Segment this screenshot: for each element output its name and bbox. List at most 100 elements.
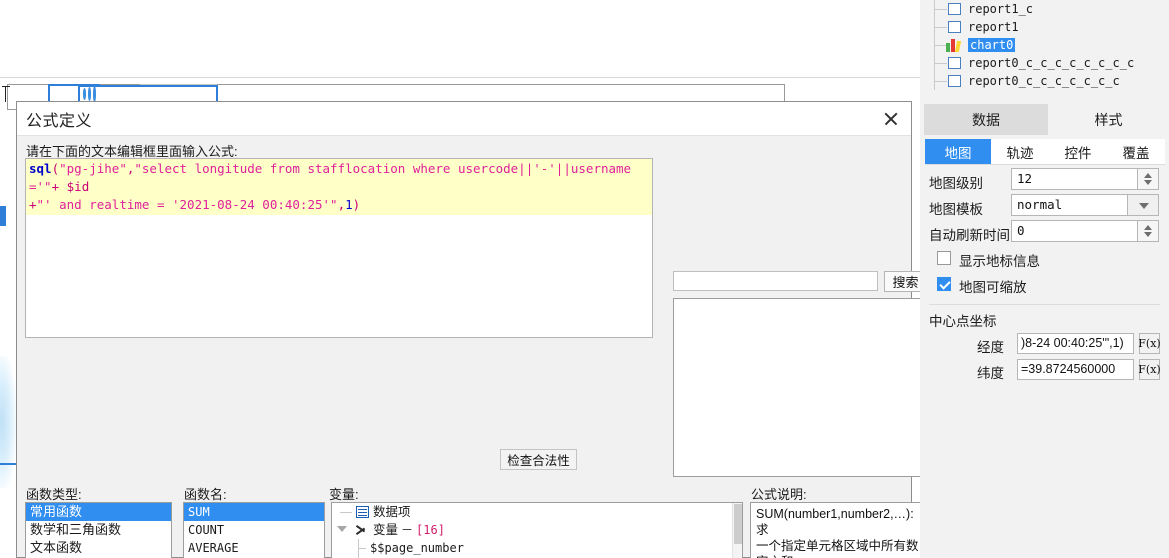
variable-tree-scrollbar[interactable] bbox=[732, 503, 742, 558]
screen-root: 公式定义 请在下面的文本编辑框里面输入公式: sql("pg-jihe","se… bbox=[0, 0, 1169, 558]
center-point-title: 中心点坐标 bbox=[929, 314, 997, 329]
description-line: 字之和。 bbox=[756, 554, 923, 558]
formula-editor[interactable]: sql("pg-jihe","select longitude from sta… bbox=[25, 158, 653, 338]
longitude-row: 经度 )8-24 00:40:25'",1) F(x) bbox=[920, 333, 1169, 357]
background-glow bbox=[0, 356, 16, 488]
function-name-label: 函数名: bbox=[184, 487, 227, 502]
function-name-list[interactable]: SUMCOUNTAVERAGECHARDATEMAXMINTIMERANGE bbox=[183, 502, 325, 558]
auto-refresh-label: 自动刷新时间 bbox=[929, 228, 1010, 243]
latitude-row: 纬度 =39.8724560000 F(x) bbox=[920, 359, 1169, 383]
description-line: 一个指定单元格区域中所有数 bbox=[756, 539, 919, 553]
function-type-item[interactable]: 数学和三角函数 bbox=[26, 521, 171, 539]
component-tree-item[interactable]: report0_c_c_c_c_c_c_c bbox=[920, 72, 1169, 90]
check-validity-button[interactable]: 检查合法性 bbox=[500, 449, 577, 470]
variable-icon bbox=[356, 524, 369, 536]
function-type-label: 函数类型: bbox=[26, 487, 82, 502]
checkbox-icon[interactable] bbox=[948, 57, 961, 69]
component-tree-item[interactable]: report0_c_c_c_c_c_c_c_c bbox=[920, 54, 1169, 72]
show-landmark-label: 显示地标信息 bbox=[959, 254, 1040, 269]
background-left-blue-line bbox=[0, 463, 16, 465]
formula-token-paren-close: ) bbox=[352, 197, 361, 212]
map-level-value: 12 bbox=[1017, 171, 1033, 186]
scrollbar-thumb[interactable] bbox=[734, 504, 742, 544]
formula-description-text: SUM(number1,number2,…):求一个指定单元格区域中所有数字之和… bbox=[751, 503, 927, 558]
search-results-panel[interactable] bbox=[673, 298, 927, 477]
component-tree-item-label: report0_c_c_c_c_c_c_c bbox=[968, 74, 1120, 88]
chart-icon bbox=[946, 38, 963, 52]
subtab-map[interactable]: 地图 bbox=[925, 139, 991, 164]
function-type-item[interactable]: 常用函数 bbox=[26, 503, 171, 521]
checkbox-icon[interactable] bbox=[948, 75, 961, 87]
checkbox-icon[interactable] bbox=[948, 21, 961, 33]
search-input[interactable] bbox=[673, 271, 878, 291]
map-template-label: 地图模板 bbox=[929, 202, 983, 217]
tab-style[interactable]: 样式 bbox=[1048, 104, 1169, 135]
dialog-title-bar: 公式定义 bbox=[17, 102, 911, 136]
formula-token-plus-1: + bbox=[51, 179, 60, 194]
component-tree-item-label: report1_c bbox=[968, 2, 1034, 16]
formula-token-number: 1 bbox=[345, 197, 353, 212]
background-left-accent-bar bbox=[0, 206, 6, 226]
component-tree-item[interactable]: report1 bbox=[920, 18, 1169, 36]
longitude-input[interactable]: )8-24 00:40:25'",1) bbox=[1017, 333, 1134, 354]
chevron-down-icon[interactable] bbox=[337, 526, 347, 532]
component-tree-item-label: chart0 bbox=[968, 38, 1016, 52]
tree-row-variable-root[interactable]: 变量－ [16] bbox=[332, 521, 742, 539]
formula-definition-dialog: 公式定义 请在下面的文本编辑框里面输入公式: sql("pg-jihe","se… bbox=[16, 101, 928, 558]
component-tree-item[interactable]: chart0 bbox=[920, 36, 1169, 54]
tree-row-data-item[interactable]: 数据项 bbox=[332, 503, 742, 521]
subtab-widget[interactable]: 控件 bbox=[1049, 139, 1107, 164]
formula-text[interactable]: sql("pg-jihe","select longitude from sta… bbox=[26, 159, 652, 215]
latitude-label: 纬度 bbox=[977, 366, 1004, 381]
map-zoomable-row[interactable]: 地图可缩放 bbox=[920, 274, 1169, 298]
longitude-formula-button[interactable]: F(x) bbox=[1138, 333, 1161, 354]
latitude-input[interactable]: =39.8724560000 bbox=[1017, 359, 1134, 380]
description-line: SUM(number1,number2,…):求 bbox=[756, 507, 914, 537]
map-level-stepper[interactable] bbox=[1137, 168, 1159, 190]
background-left-strip bbox=[0, 120, 16, 488]
map-level-input[interactable]: 12 bbox=[1011, 168, 1159, 190]
map-template-select[interactable]: normal bbox=[1011, 194, 1159, 216]
sidebar-sub-tabs: 地图 轨迹 控件 覆盖 bbox=[925, 139, 1165, 165]
auto-refresh-input[interactable]: 0 bbox=[1011, 220, 1159, 242]
tab-data[interactable]: 数据 bbox=[924, 104, 1048, 135]
component-tree-item-label: report1 bbox=[968, 20, 1019, 34]
formula-token-plus-2: + bbox=[29, 197, 37, 212]
formula-description-panel: SUM(number1,number2,…):求一个指定单元格区域中所有数字之和… bbox=[750, 502, 928, 558]
page-title: 公式定义 bbox=[26, 113, 93, 130]
background-ruler-tick bbox=[2, 86, 10, 102]
auto-refresh-stepper[interactable] bbox=[1137, 220, 1159, 242]
function-type-list[interactable]: 常用函数数学和三角函数文本函数日期和时间函数逻辑函数数组函数报表函数其它函数层次… bbox=[25, 502, 172, 558]
subtab-overlay[interactable]: 覆盖 bbox=[1107, 139, 1165, 164]
sidebar-main-tabs: 数据 样式 bbox=[920, 104, 1169, 135]
formula-token-paren-open: ( bbox=[51, 161, 60, 176]
map-zoomable-checkbox[interactable] bbox=[937, 277, 951, 291]
show-landmark-row[interactable]: 显示地标信息 bbox=[920, 248, 1169, 272]
map-zoomable-label: 地图可缩放 bbox=[959, 280, 1027, 295]
formula-token-string-3: "' and realtime = '2021-08-24 00:40:25'" bbox=[36, 197, 338, 212]
variable-tree[interactable]: 数据项变量－[16]$$page_number$$totalPage_numbe… bbox=[332, 503, 742, 558]
function-name-item[interactable]: COUNT bbox=[184, 521, 324, 539]
checkbox-icon[interactable] bbox=[948, 3, 961, 15]
dialog-body: 请在下面的文本编辑框里面输入公式: sql("pg-jihe","select … bbox=[17, 136, 928, 558]
description-label: 公式说明: bbox=[751, 487, 807, 502]
function-name-item[interactable]: AVERAGE bbox=[184, 539, 324, 557]
close-icon[interactable] bbox=[879, 107, 903, 131]
component-tree-item[interactable]: report1_c bbox=[920, 0, 1169, 18]
map-level-label: 地图级别 bbox=[929, 176, 983, 191]
map-template-row: 地图模板 normal bbox=[920, 194, 1169, 220]
latitude-formula-button[interactable]: F(x) bbox=[1138, 359, 1161, 380]
component-tree-item-label: report0_c_c_c_c_c_c_c_c bbox=[968, 56, 1135, 70]
component-tree[interactable]: report1_c report1 chart0 report0_c_c_c_c_c_… bbox=[920, 0, 1169, 97]
variable-tree-panel[interactable]: 数据项变量－[16]$$page_number$$totalPage_numbe… bbox=[331, 502, 743, 558]
subtab-track[interactable]: 轨迹 bbox=[991, 139, 1049, 164]
function-name-item[interactable]: SUM bbox=[184, 503, 324, 521]
function-type-item[interactable]: 文本函数 bbox=[26, 539, 171, 557]
chevron-down-icon[interactable] bbox=[1127, 194, 1159, 216]
formula-token-variable: $id bbox=[66, 179, 90, 194]
sidebar-divider bbox=[929, 304, 1160, 305]
tree-row-variable[interactable]: $$page_number bbox=[332, 539, 742, 557]
variable-label: 变量: bbox=[329, 487, 359, 502]
right-sidebar: report1_c report1 chart0 report0_c_c_c_c_c_… bbox=[920, 0, 1169, 558]
show-landmark-checkbox[interactable] bbox=[937, 251, 951, 265]
